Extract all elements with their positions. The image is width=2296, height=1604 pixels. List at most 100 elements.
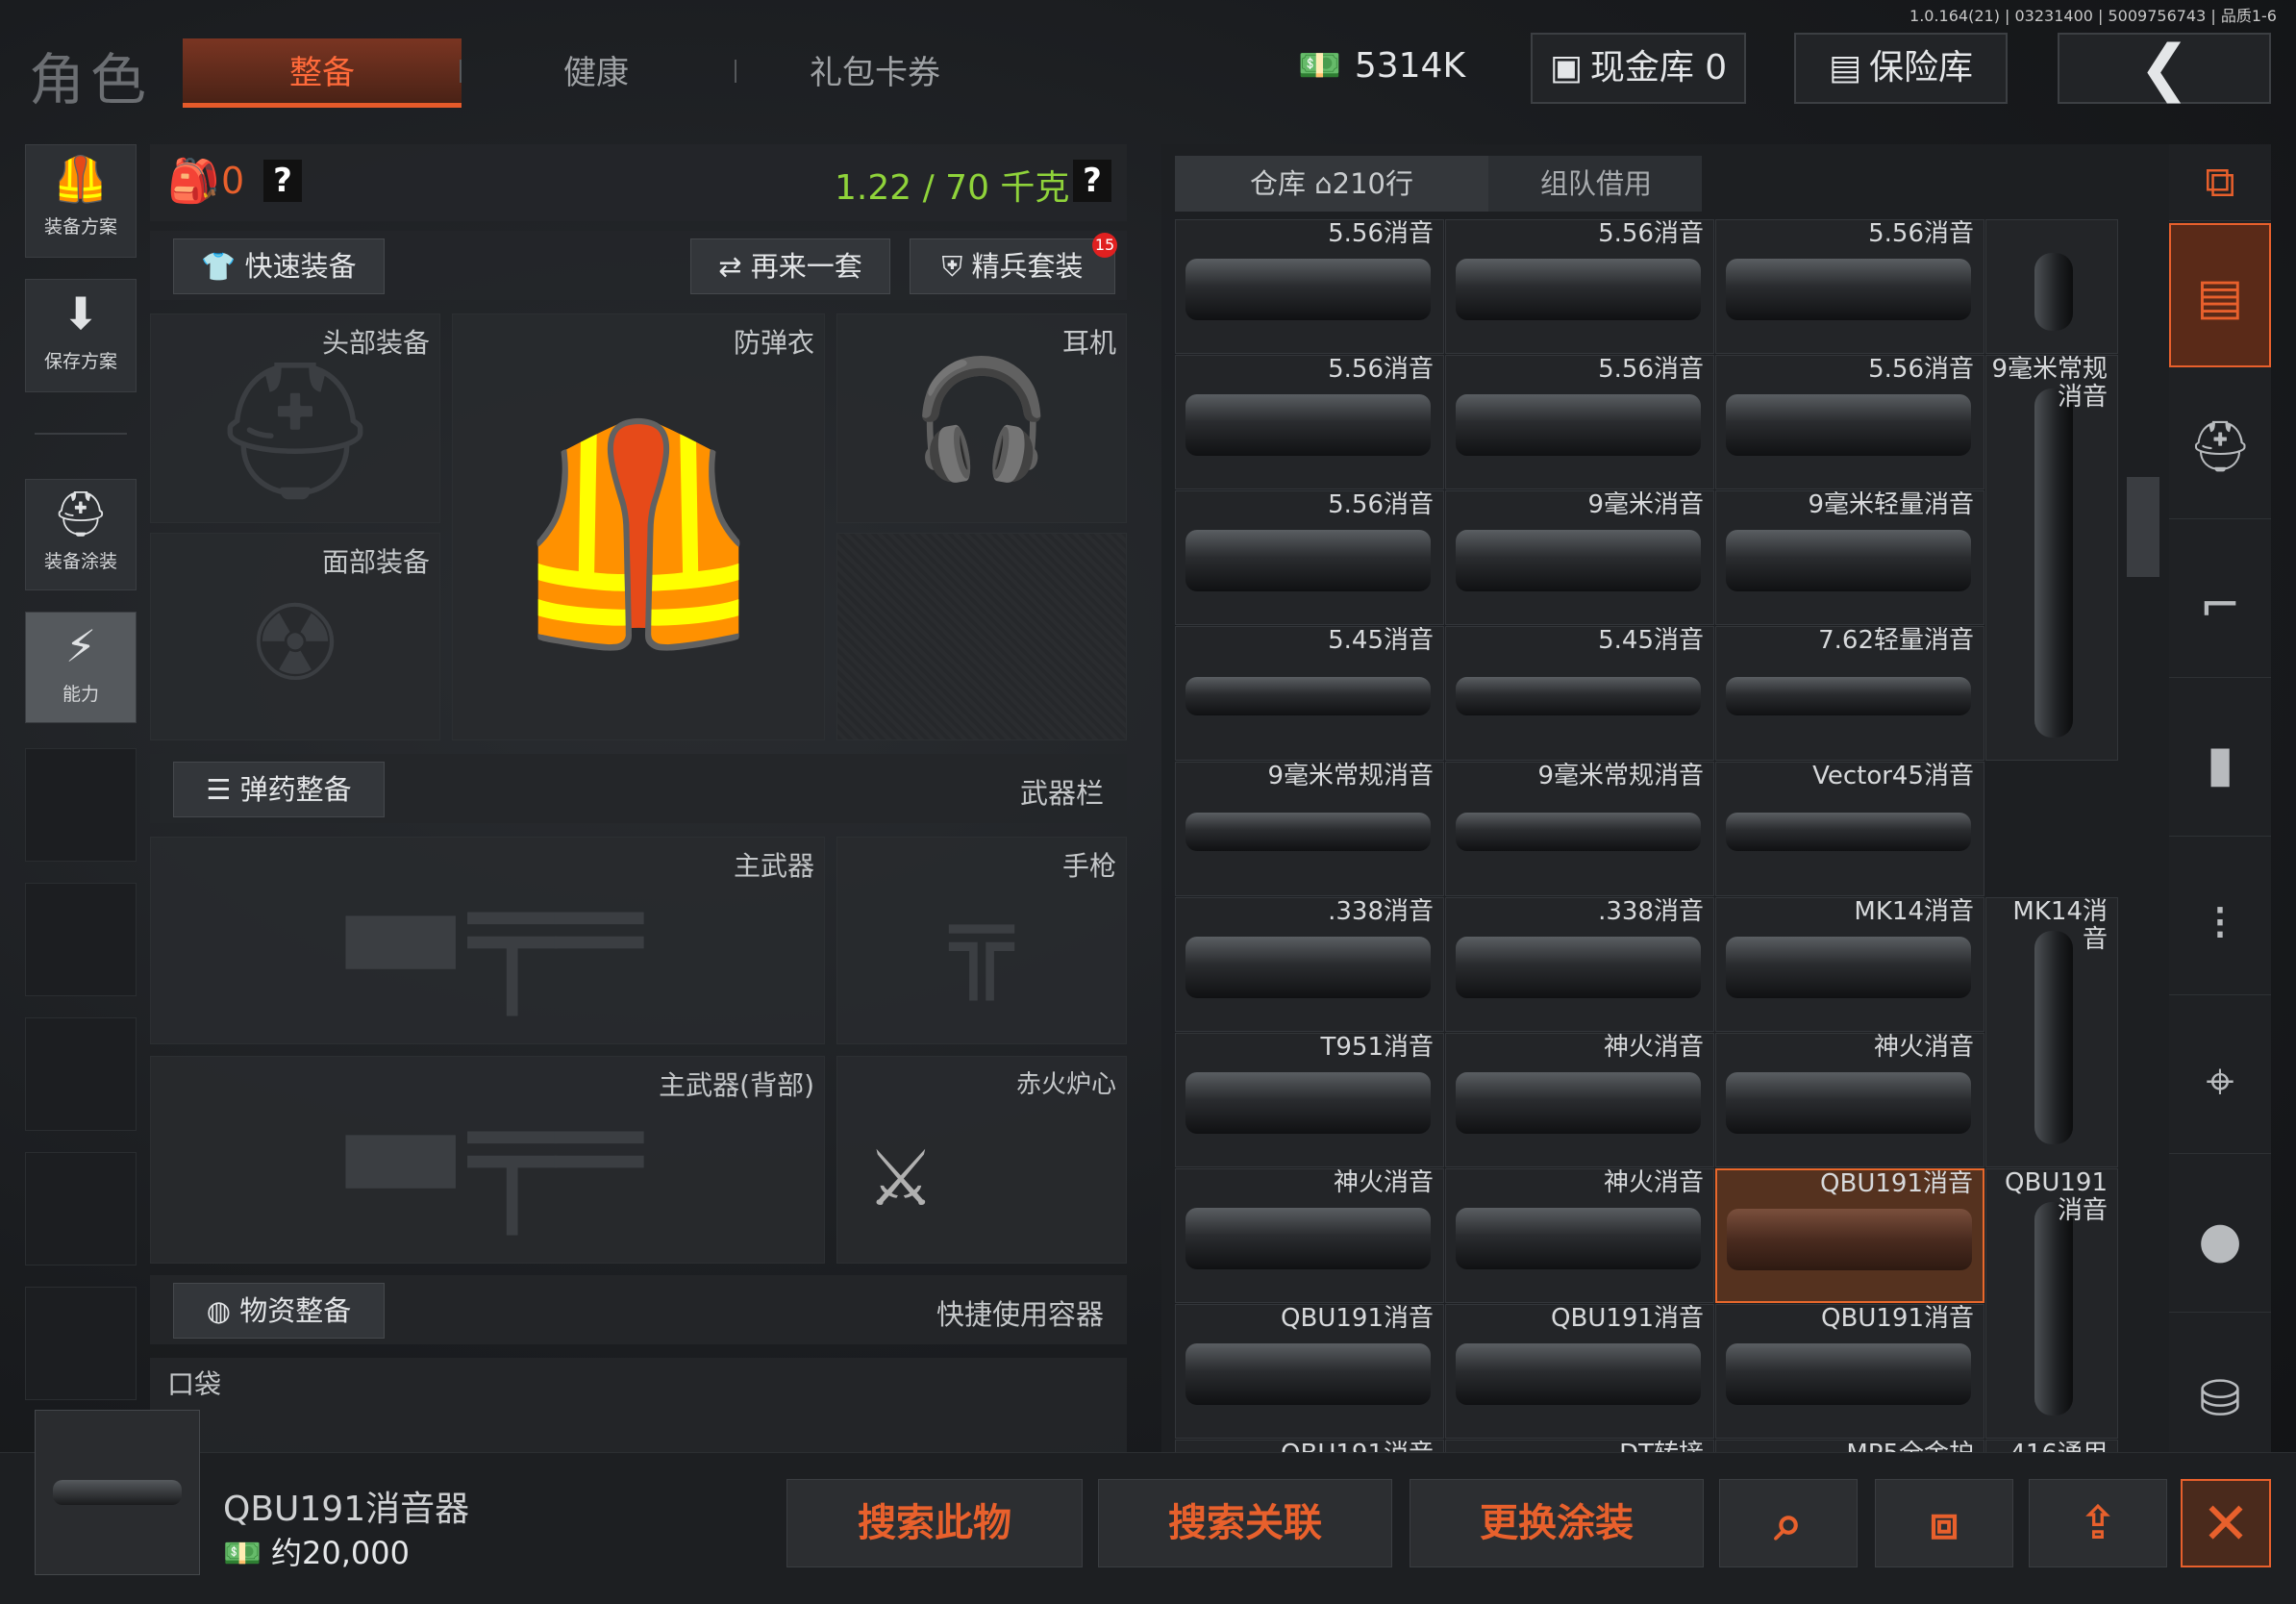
primary-weapon-slot[interactable]: ▬╤═ 主武器 bbox=[150, 837, 825, 1044]
warehouse-item[interactable]: 7.62轻量消音 bbox=[1715, 626, 1984, 761]
warehouse-item[interactable]: 神火消音 bbox=[1445, 1168, 1714, 1303]
change-skin-button[interactable]: 更换涂装 bbox=[1410, 1479, 1704, 1567]
warehouse-tab[interactable]: 仓库 ⌂210行 bbox=[1175, 156, 1488, 212]
scrollbar-thumb[interactable] bbox=[2127, 477, 2159, 577]
suppressor-icon bbox=[1726, 1343, 1971, 1405]
warehouse-item[interactable]: 5.56消音 bbox=[1175, 355, 1444, 489]
price-value: 约20,000 bbox=[271, 1535, 410, 1571]
vault-icon: ▣ bbox=[1549, 48, 1583, 88]
warehouse-item[interactable]: 9毫米消音 bbox=[1445, 490, 1714, 625]
tab-equip[interactable]: 整备 bbox=[183, 38, 462, 108]
category-magazine-icon[interactable]: ▮ bbox=[2169, 692, 2271, 837]
melee-slot[interactable]: ⚔ 赤火炉心 bbox=[836, 1056, 1127, 1264]
help-icon[interactable]: ? bbox=[1073, 160, 1111, 202]
sell-icon[interactable]: ⇪ bbox=[2029, 1479, 2167, 1567]
cash-vault-button[interactable]: ▣ 现金库 0 bbox=[1531, 33, 1746, 104]
suppressor-icon bbox=[1185, 937, 1431, 998]
warehouse-item[interactable]: Vector45消音 bbox=[1715, 762, 1984, 896]
category-rifle-icon[interactable]: ⌐ bbox=[2169, 534, 2271, 678]
warehouse-item[interactable]: 神火消音 bbox=[1175, 1168, 1444, 1303]
elite-set-button[interactable]: ⛨ 精兵套装 bbox=[910, 238, 1115, 294]
warehouse-item[interactable]: 5.45消音 bbox=[1445, 626, 1714, 761]
cash-bill-icon: 💵 bbox=[223, 1535, 262, 1571]
armor-slot[interactable]: 🦺 防弹衣 bbox=[452, 313, 825, 740]
tab-health[interactable]: 健康 bbox=[490, 38, 702, 108]
warehouse-item[interactable]: 5.56消音 bbox=[1445, 219, 1714, 354]
warehouse-item[interactable]: 5.56消音 bbox=[1715, 219, 1984, 354]
warehouse-item[interactable]: 5.56消音 bbox=[1175, 490, 1444, 625]
category-all-icon[interactable]: ▤ bbox=[2169, 223, 2271, 367]
slot-label: 防弹衣 bbox=[733, 327, 814, 359]
warehouse-item[interactable]: QBU191消音 bbox=[1715, 1168, 1984, 1303]
category-attachment-icon[interactable]: ⌖ bbox=[2169, 1010, 2271, 1154]
search-item-button[interactable]: 搜索此物 bbox=[786, 1479, 1083, 1567]
warehouse-item[interactable]: .338消音 bbox=[1445, 897, 1714, 1032]
warehouse-item-tall[interactable]: 9毫米常规 消音 bbox=[1985, 355, 2118, 761]
item-name: MK14消 音 bbox=[2012, 897, 2108, 954]
warehouse-item[interactable]: 5.45消音 bbox=[1175, 626, 1444, 761]
helmet-icon: ⛑ bbox=[52, 488, 110, 539]
safe-vault-button[interactable]: ▤ 保险库 bbox=[1794, 33, 2008, 104]
warehouse-item[interactable]: 5.56消音 bbox=[1445, 355, 1714, 489]
pistol-slot[interactable]: ╦ 手枪 bbox=[836, 837, 1127, 1044]
warehouse-item[interactable]: 5.56消音 bbox=[1715, 355, 1984, 489]
back-weapon-slot[interactable]: ▬╤═ 主武器(背部) bbox=[150, 1056, 825, 1264]
item-name: T951消音 bbox=[1320, 1033, 1434, 1062]
again-button[interactable]: ⇄ 再来一套 bbox=[690, 238, 890, 294]
warehouse-item[interactable]: .338消音 bbox=[1175, 897, 1444, 1032]
search-related-button[interactable]: 搜索关联 bbox=[1098, 1479, 1392, 1567]
warehouse-item[interactable]: QBU191消音 bbox=[1715, 1304, 1984, 1439]
back-button[interactable]: ❮ bbox=[2058, 33, 2271, 104]
suppressor-icon bbox=[1727, 1209, 1972, 1270]
suppressor-icon bbox=[2034, 253, 2073, 331]
warehouse-item[interactable]: 神火消音 bbox=[1715, 1033, 1984, 1167]
supply-prep-button[interactable]: ◍ 物资整备 bbox=[173, 1283, 385, 1339]
close-icon[interactable]: ✕ bbox=[2181, 1479, 2271, 1567]
empty-slot bbox=[25, 883, 137, 996]
warehouse-tab-bar: 仓库 ⌂210行 组队借用 bbox=[1175, 156, 1702, 212]
warehouse-item[interactable]: 5.56消音 bbox=[1175, 219, 1444, 354]
save-plan-button[interactable]: ⬇ 保存方案 bbox=[25, 279, 137, 392]
face-slot[interactable]: ☢ 面部装备 bbox=[150, 533, 440, 740]
help-icon[interactable]: ? bbox=[263, 160, 302, 202]
item-name: 9毫米轻量消音 bbox=[1808, 490, 1974, 519]
team-borrow-tab[interactable]: 组队借用 bbox=[1540, 156, 1652, 212]
quick-equip-button[interactable]: 👕 快速装备 bbox=[173, 238, 385, 294]
backpack-icon: 🎒 bbox=[167, 157, 220, 206]
warehouse-item-tall[interactable] bbox=[1985, 219, 2118, 354]
warehouse-item[interactable]: 神火消音 bbox=[1445, 1033, 1714, 1167]
suppressor-icon bbox=[1726, 677, 1971, 715]
download-icon: ⬇ bbox=[62, 288, 100, 339]
sidebar-divider bbox=[35, 433, 127, 435]
category-container-icon[interactable]: ⛁ bbox=[2169, 1327, 2271, 1471]
search-icon[interactable]: ⌕ bbox=[1719, 1479, 1858, 1567]
category-grenade-icon[interactable]: ● bbox=[2169, 1168, 2271, 1313]
item-name: QBU191消音 bbox=[1820, 1169, 1973, 1198]
item-name: 5.56消音 bbox=[1328, 355, 1434, 384]
loadout-plan-button[interactable]: 🦺 装备方案 bbox=[25, 144, 137, 258]
warehouse-item[interactable]: QBU191消音 bbox=[1445, 1304, 1714, 1439]
warehouse-item-tall[interactable]: QBU191 消音 bbox=[1985, 1168, 2118, 1439]
warehouse-item[interactable]: 9毫米常规消音 bbox=[1445, 762, 1714, 896]
head-slot[interactable]: ⛑ 头部装备 bbox=[150, 313, 440, 523]
category-ammo-icon[interactable]: ⁝ bbox=[2169, 851, 2271, 995]
headset-slot[interactable]: 🎧 耳机 bbox=[836, 313, 1127, 523]
warehouse-item[interactable]: QBU191消音 bbox=[1175, 1304, 1444, 1439]
warehouse-item[interactable]: T951消音 bbox=[1175, 1033, 1444, 1167]
sort-icon[interactable]: ⧉ bbox=[2169, 144, 2271, 221]
tab-gift-cards[interactable]: 礼包卡券 bbox=[750, 38, 1000, 108]
category-armor-icon[interactable]: ⛑ bbox=[2169, 375, 2271, 519]
split-icon[interactable]: ⧈ bbox=[1875, 1479, 2013, 1567]
pocket-area: 口袋 bbox=[150, 1358, 1127, 1452]
warehouse-item[interactable]: 9毫米常规消音 bbox=[1175, 762, 1444, 896]
slot-label: 主武器(背部) bbox=[659, 1069, 814, 1101]
warehouse-item-tall[interactable]: MK14消 音 bbox=[1985, 897, 2118, 1167]
warehouse-item[interactable]: MK14消音 bbox=[1715, 897, 1984, 1032]
vest-icon: 🦺 bbox=[507, 411, 770, 657]
equipment-skin-button[interactable]: ⛑ 装备涂装 bbox=[25, 479, 137, 590]
ability-button[interactable]: ⚡ 能力 bbox=[25, 612, 137, 723]
warehouse-item[interactable]: 9毫米轻量消音 bbox=[1715, 490, 1984, 625]
cash-vault-label: 现金库 0 bbox=[1589, 48, 1728, 88]
ammo-prep-button[interactable]: ☰ 弹药整备 bbox=[173, 762, 385, 817]
suppressor-icon bbox=[53, 1480, 182, 1505]
